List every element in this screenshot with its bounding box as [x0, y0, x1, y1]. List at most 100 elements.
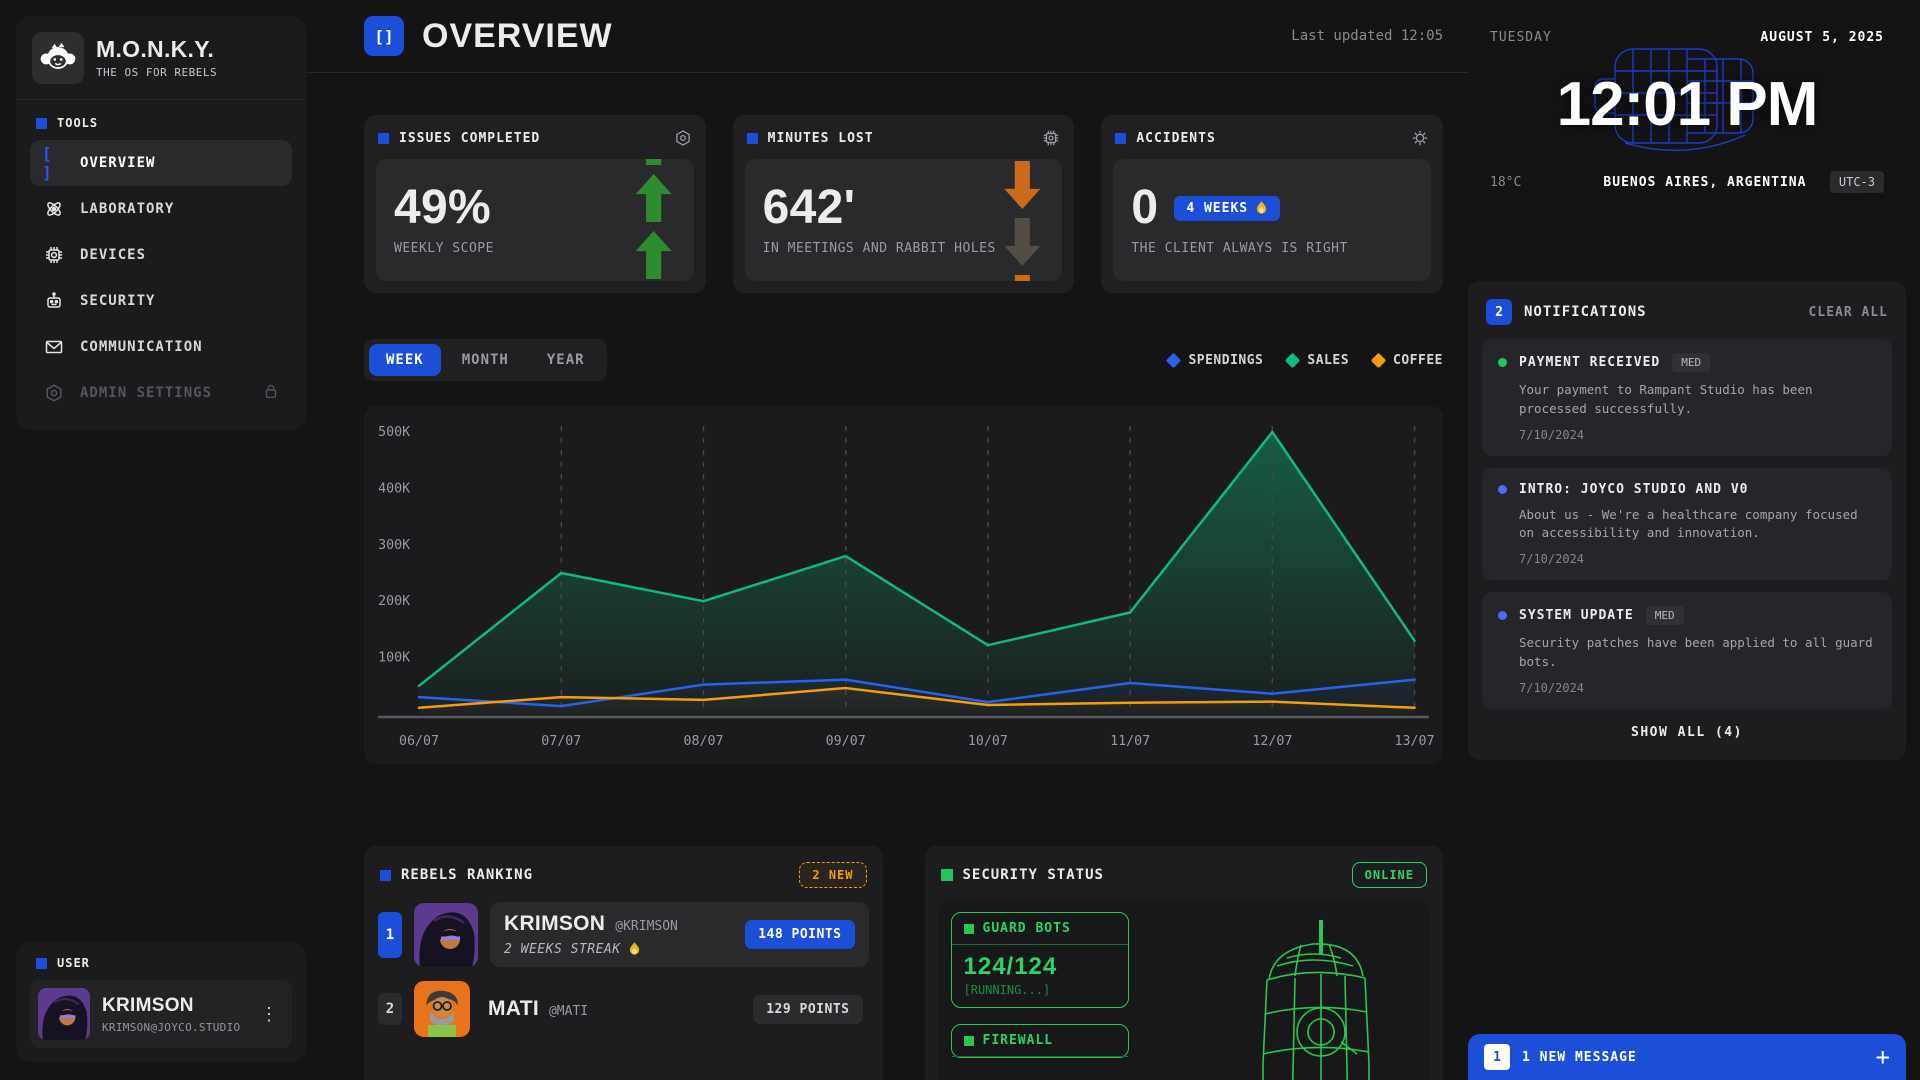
ranking-row-1[interactable]: 1 KRIMSON @KRIMSON [378, 902, 869, 967]
flame-icon [628, 942, 641, 957]
user-name: KRIMSON [102, 995, 240, 1017]
svg-text:06/07: 06/07 [399, 734, 439, 749]
guard-bots-status: [RUNNING...] [952, 981, 1128, 1007]
clock-utc-offset: UTC-3 [1830, 171, 1884, 193]
rank-number: 1 [378, 912, 402, 958]
stat-title: MINUTES LOST [768, 131, 874, 146]
sidebar-item-label: OVERVIEW [80, 155, 155, 171]
sidebar-item-security[interactable]: SECURITY [30, 278, 292, 324]
show-all-button[interactable]: SHOW ALL (4) [1482, 709, 1892, 746]
points-badge: 148 POINTS [745, 920, 854, 949]
panel-bullet [941, 869, 953, 881]
atom-icon [42, 199, 66, 219]
stat-title: ACCIDENTS [1136, 131, 1215, 146]
main-content: [] OVERVIEW Last updated 12:05 ISSUES CO… [306, 0, 1468, 1080]
section-bullet [36, 118, 47, 129]
ranking-row-2[interactable]: 2 MATI @MATI [378, 981, 869, 1037]
legend-sales[interactable]: SALES [1287, 353, 1349, 368]
notification-payment[interactable]: PAYMENT RECEIVED MED Your payment to Ram… [1482, 339, 1892, 456]
svg-text:10/07: 10/07 [968, 734, 1008, 749]
user-profile[interactable]: KRIMSON KRIMSON@JOYCO.STUDIO ⋮ [30, 980, 292, 1048]
notification-date: 7/10/2024 [1519, 681, 1876, 695]
legend-spendings[interactable]: SPENDINGS [1168, 353, 1263, 368]
notification-intro[interactable]: INTRO: JOYCO STUDIO AND V0 About us - We… [1482, 468, 1892, 581]
chart-legend: SPENDINGS SALES COFFEE [1168, 353, 1443, 368]
notifications-title: NOTIFICATIONS [1524, 304, 1647, 320]
security-status-panel: SECURITY STATUS ONLINE GUARD BOTS 124/12… [925, 846, 1444, 1080]
mail-icon [42, 337, 66, 357]
chip-icon [42, 245, 66, 265]
bottom-panels: REBELS RANKING 2 NEW 1 [364, 846, 1443, 1080]
stat-caption: THE CLIENT ALWAYS IS RIGHT [1131, 241, 1413, 256]
sidebar-item-communication[interactable]: COMMUNICATION [30, 324, 292, 370]
settings-chip-icon[interactable] [1042, 129, 1060, 147]
sidebar-item-admin-settings[interactable]: ADMIN SETTINGS [30, 370, 292, 416]
sidebar-item-label: ADMIN SETTINGS [80, 385, 212, 401]
notification-body: Your payment to Rampant Studio has been … [1519, 381, 1876, 419]
settings-cog-icon[interactable] [1411, 129, 1429, 147]
guard-bots-card: GUARD BOTS 124/124 [RUNNING...] [951, 912, 1129, 1008]
rank-name: KRIMSON [504, 912, 605, 936]
notification-body: About us - We're a healthcare company fo… [1519, 506, 1876, 544]
lock-icon [262, 382, 280, 404]
svg-text:400K: 400K [378, 482, 410, 497]
page-header: [] OVERVIEW Last updated 12:05 [364, 16, 1443, 56]
range-tabs: WEEK MONTH YEAR [364, 339, 607, 381]
stat-title: ISSUES COMPLETED [399, 131, 540, 146]
rank-name: MATI [488, 997, 539, 1021]
stat-cards: ISSUES COMPLETED 49% WEEKLY SCOPE MINUTE… [364, 115, 1443, 293]
area-chart: 100K200K300K400K500K06/0707/0708/0709/07… [364, 406, 1443, 764]
clock-widget: TUESDAY AUGUST 5, 2025 [1468, 12, 1906, 240]
priority-chip: MED [1646, 606, 1684, 625]
flame-icon [1255, 201, 1268, 216]
tools-section-label: TOOLS [36, 116, 288, 130]
right-column: TUESDAY AUGUST 5, 2025 [1468, 12, 1906, 1080]
svg-text:07/07: 07/07 [541, 734, 581, 749]
sidebar-item-laboratory[interactable]: LABORATORY [30, 186, 292, 232]
panel-bullet [380, 870, 391, 881]
rank-number: 2 [378, 993, 402, 1025]
svg-text:11/07: 11/07 [1110, 734, 1150, 749]
rank-handle: @KRIMSON [615, 919, 678, 934]
chart-controls: WEEK MONTH YEAR SPENDINGS SALES COFFEE [364, 339, 1443, 381]
clock-time: 12:01 PM [1557, 69, 1818, 140]
svg-text:12/07: 12/07 [1252, 734, 1292, 749]
status-dot [1498, 358, 1507, 367]
security-title: SECURITY STATUS [963, 867, 1104, 883]
sidebar-item-devices[interactable]: DEVICES [30, 232, 292, 278]
sidebar-item-label: SECURITY [80, 293, 155, 309]
user-email: KRIMSON@JOYCO.STUDIO [102, 1021, 240, 1034]
tab-week[interactable]: WEEK [369, 344, 441, 376]
notification-system-update[interactable]: SYSTEM UPDATE MED Security patches have … [1482, 592, 1892, 709]
priority-chip: MED [1672, 353, 1710, 372]
diamond-icon [1166, 352, 1182, 368]
guard-bots-value: 124/124 [952, 945, 1128, 981]
trend-up-arrows-icon [634, 159, 674, 281]
svg-text:08/07: 08/07 [683, 734, 723, 749]
clock-temperature: 18°C [1490, 175, 1580, 190]
brackets-icon: [ ] [42, 144, 66, 182]
app-tagline: THE OS FOR REBELS [96, 66, 217, 79]
stat-value: 0 [1131, 184, 1158, 232]
user-menu-dots-icon[interactable]: ⋮ [254, 1004, 284, 1025]
user-avatar [38, 988, 90, 1040]
app-logo-row: M.O.N.K.Y. THE OS FOR REBELS [30, 30, 292, 86]
new-message-bar[interactable]: 1 1 NEW MESSAGE + [1468, 1034, 1906, 1080]
settings-hex-icon[interactable] [674, 129, 692, 147]
avatar-mati [414, 981, 470, 1037]
user-card: USER KRIMSON KRIMSON@JOYCO.STUDIO ⋮ [16, 942, 306, 1062]
notification-body: Security patches have been applied to al… [1519, 634, 1876, 672]
streak-badge: 4 WEEKS [1174, 196, 1280, 221]
plus-icon[interactable]: + [1876, 1045, 1890, 1069]
card-bullet [964, 924, 974, 934]
tab-month[interactable]: MONTH [445, 344, 526, 376]
stat-card-accidents: ACCIDENTS 0 4 WEEKS [1101, 115, 1443, 293]
stat-card-minutes: MINUTES LOST 642' IN MEETINGS AND RABBIT… [733, 115, 1075, 293]
clear-all-button[interactable]: CLEAR ALL [1809, 305, 1888, 320]
message-count-badge: 1 [1484, 1044, 1510, 1070]
card-bullet [1115, 133, 1126, 144]
legend-coffee[interactable]: COFFEE [1373, 353, 1443, 368]
svg-text:100K: 100K [378, 651, 410, 666]
tab-year[interactable]: YEAR [530, 344, 602, 376]
sidebar-item-overview[interactable]: [ ] OVERVIEW [30, 140, 292, 186]
